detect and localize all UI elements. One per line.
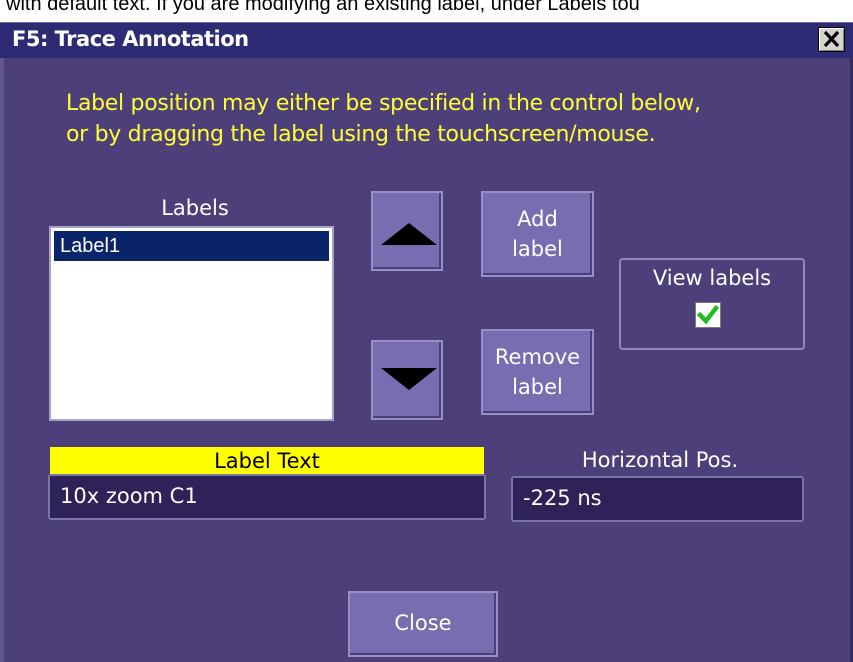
dialog-title-bar: F5: Trace Annotation [0, 22, 853, 58]
background-document-text: with default text. If you are modifying … [0, 0, 853, 22]
move-down-button[interactable] [371, 340, 443, 420]
instruction-message: Label position may either be specified i… [66, 88, 701, 150]
down-arrow-icon [381, 368, 437, 390]
list-item[interactable]: Label1 [54, 231, 329, 261]
horizontal-pos-field[interactable]: -225 ns [513, 478, 802, 520]
add-label-button[interactable]: Add label [481, 191, 594, 277]
close-button-label: Close [394, 611, 452, 635]
checkmark-icon [696, 304, 720, 325]
horizontal-pos-heading: Horizontal Pos. [581, 448, 739, 472]
add-label-line-2: label [512, 237, 563, 261]
remove-label-line-2: label [512, 375, 563, 399]
up-arrow-icon [381, 223, 437, 245]
labels-listbox[interactable]: Label1 [49, 226, 334, 421]
close-x-glyph [823, 30, 840, 48]
close-button[interactable]: Close [348, 591, 498, 657]
dialog-title: F5: Trace Annotation [12, 27, 249, 51]
close-icon[interactable] [818, 27, 845, 52]
view-labels-group: View labels [619, 258, 805, 350]
move-up-button[interactable] [371, 191, 443, 271]
instruction-line-2: or by dragging the label using the touch… [66, 122, 656, 147]
view-labels-label: View labels [652, 266, 772, 290]
labels-heading: Labels [161, 196, 229, 220]
add-label-line-1: Add [517, 207, 558, 231]
view-labels-checkbox[interactable] [695, 302, 721, 328]
remove-label-line-1: Remove [494, 345, 581, 369]
remove-label-button[interactable]: Remove label [481, 329, 594, 415]
background-text: with default text. If you are modifying … [6, 0, 640, 15]
instruction-line-1: Label position may either be specified i… [66, 91, 701, 116]
label-text-heading: Label Text [50, 447, 484, 475]
label-text-field[interactable]: 10x zoom C1 [50, 476, 484, 518]
